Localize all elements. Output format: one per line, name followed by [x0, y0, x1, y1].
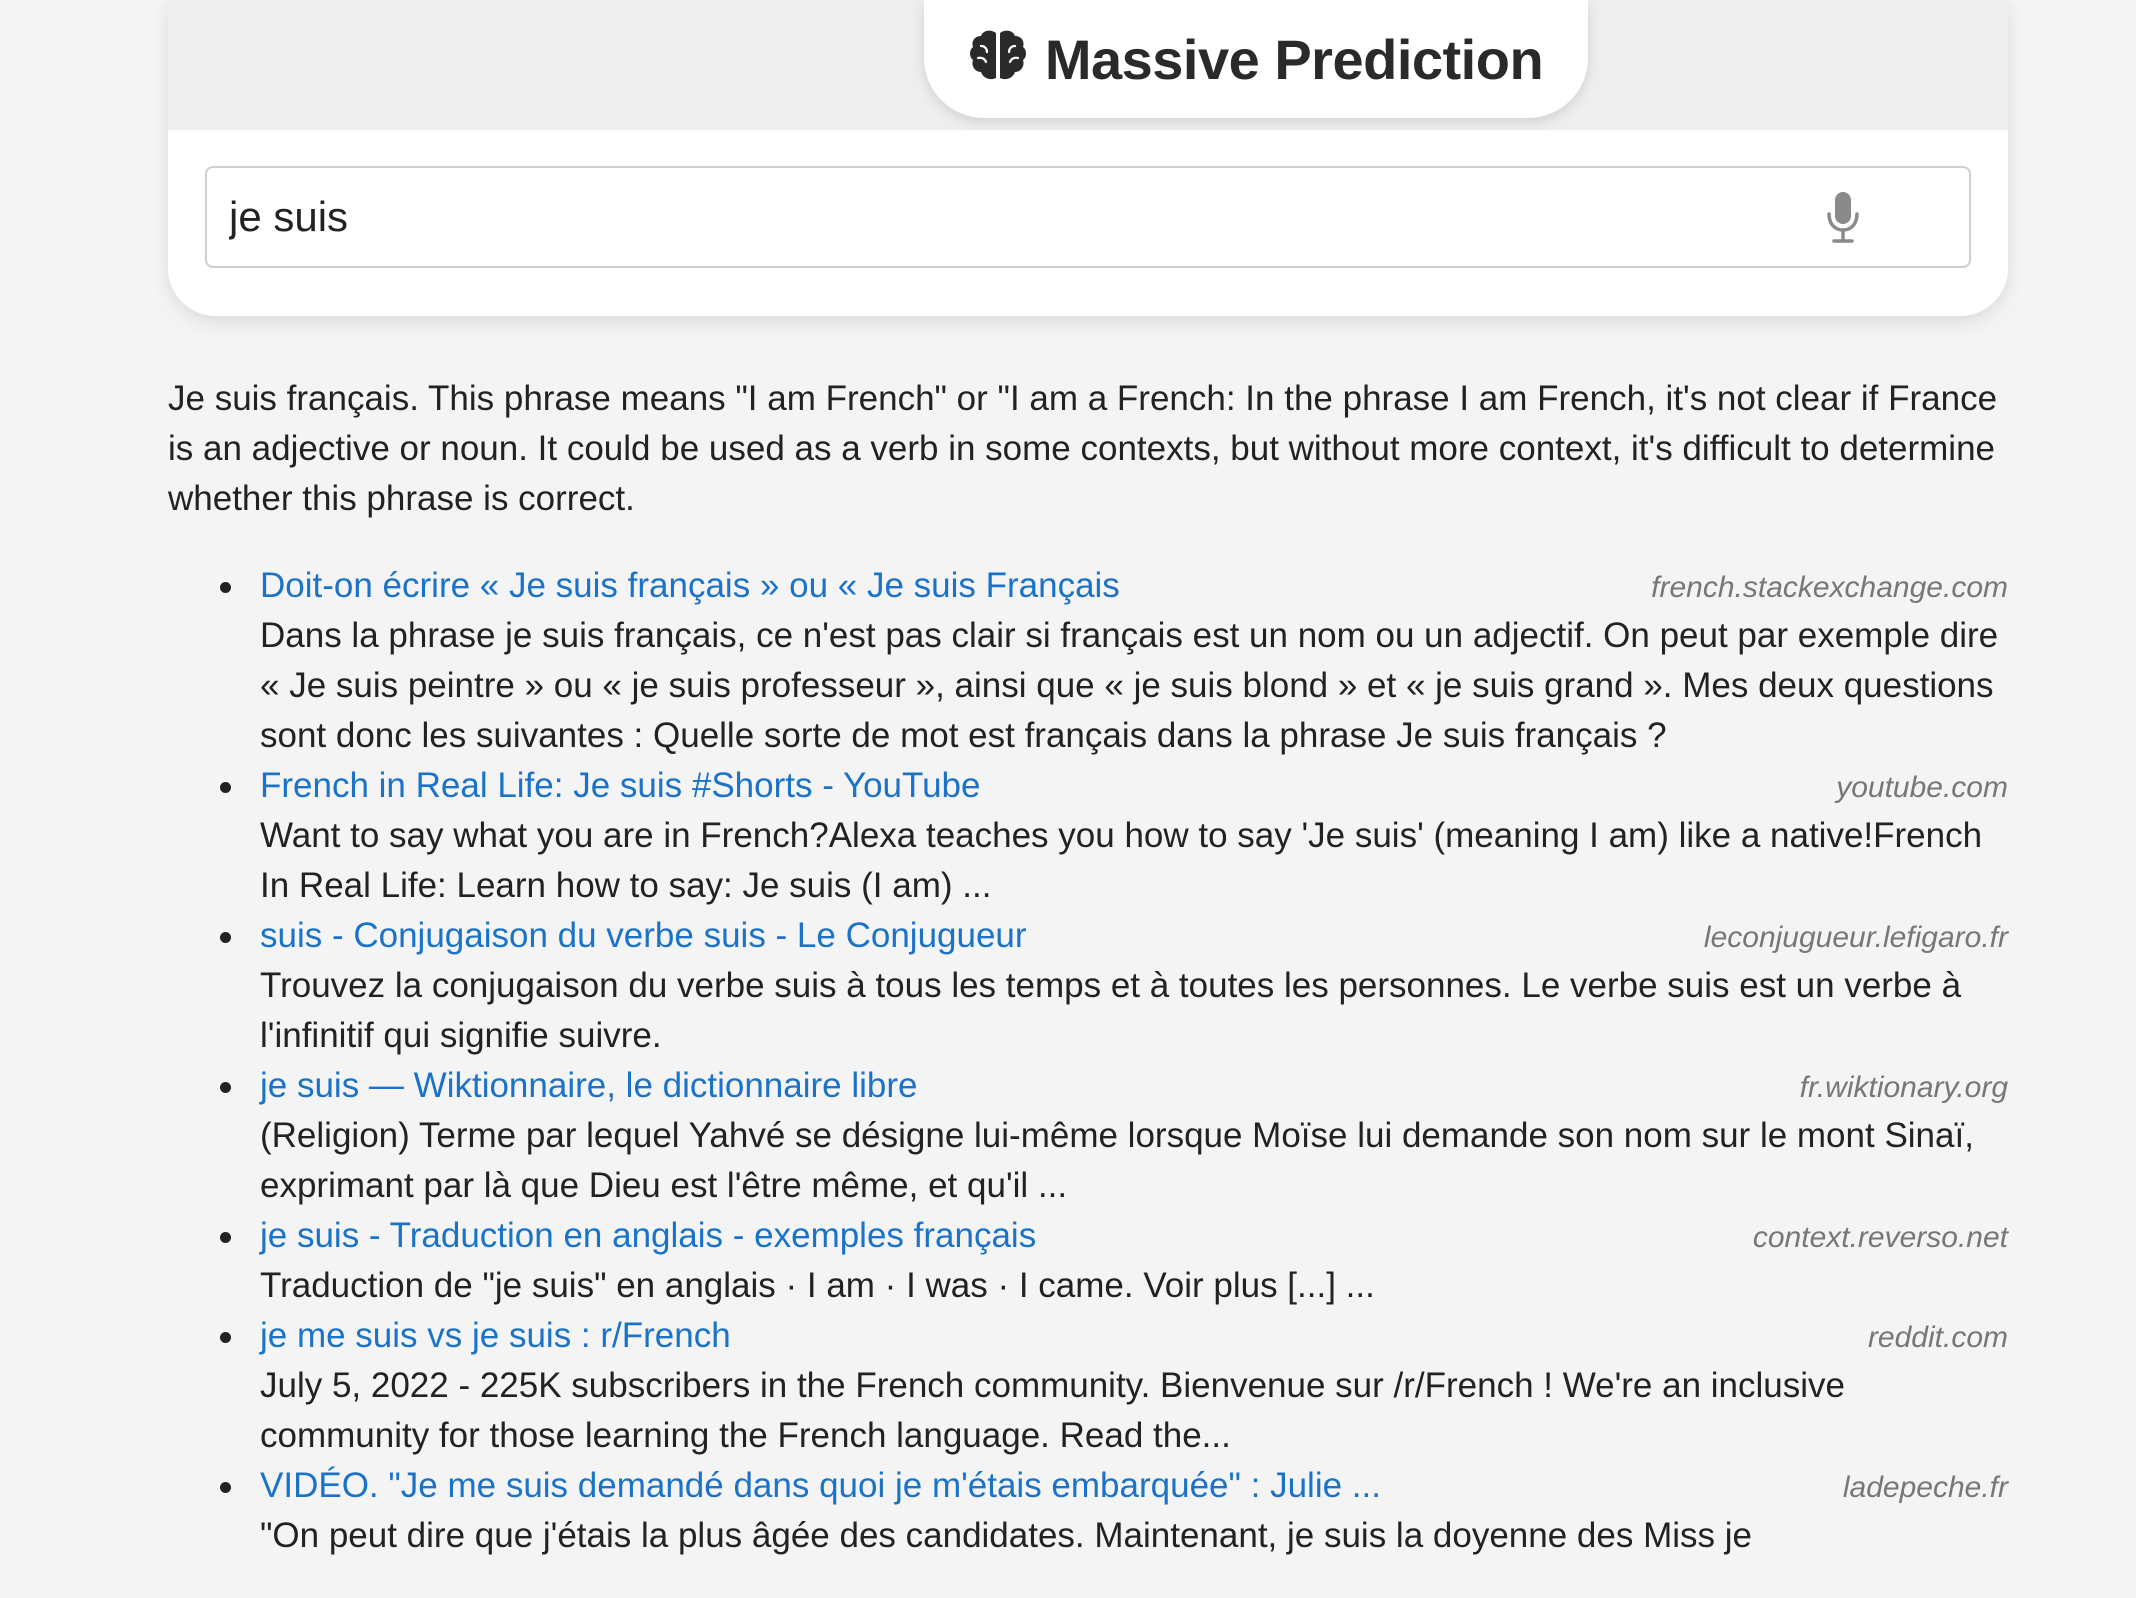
result-snippet: Dans la phrase je suis français, ce n'es… [260, 616, 1999, 755]
bullet [220, 582, 231, 593]
result-domain: context.reverso.net [1752, 1221, 2008, 1254]
result-title-link[interactable]: VIDÉO. "Je me suis demandé dans quoi je … [260, 1461, 1381, 1511]
result-item: Doit-on écrire « Je suis français » ou «… [168, 561, 2008, 761]
result-domain: french.stackexchange.com [1651, 571, 2008, 604]
result-snippet: Want to say what you are in French?Alexa… [260, 816, 1983, 905]
result-item: je suis - Traduction en anglais - exempl… [168, 1211, 2008, 1311]
answer-text: Je suis français. This phrase means "I a… [168, 379, 1998, 518]
result-title-link[interactable]: Doit-on écrire « Je suis français » ou «… [260, 561, 1120, 611]
search-input[interactable] [207, 177, 1823, 257]
microphone-icon[interactable] [1823, 190, 1863, 244]
results-list: Doit-on écrire « Je suis français » ou «… [168, 561, 2008, 1561]
result-snippet: Trouvez la conjugaison du verbe suis à t… [260, 966, 1962, 1055]
result-domain: ladepeche.fr [1842, 1471, 2008, 1504]
bullet [220, 1082, 231, 1093]
bullet [220, 1232, 231, 1243]
result-title-link[interactable]: French in Real Life: Je suis #Shorts - Y… [260, 761, 981, 811]
result-title-link[interactable]: je suis - Traduction en anglais - exempl… [260, 1211, 1036, 1261]
title-pill: Massive Prediction [924, 0, 1588, 118]
result-title-link[interactable]: suis - Conjugaison du verbe suis - Le Co… [260, 911, 1027, 961]
result-header: je suis - Traduction en anglais - exempl… [260, 1211, 2008, 1261]
result-header: je me suis vs je suis : r/French reddit.… [260, 1311, 2008, 1361]
result-item: French in Real Life: Je suis #Shorts - Y… [168, 761, 2008, 911]
result-item: VIDÉO. "Je me suis demandé dans quoi je … [168, 1461, 2008, 1561]
bullet [220, 1332, 231, 1343]
result-domain: youtube.com [1836, 771, 2008, 804]
result-snippet: (Religion) Terme par lequel Yahvé se dés… [260, 1116, 1974, 1205]
result-item: je me suis vs je suis : r/French reddit.… [168, 1311, 2008, 1461]
result-header: Doit-on écrire « Je suis français » ou «… [260, 561, 2008, 611]
result-domain: leconjugueur.lefigaro.fr [1703, 921, 2008, 954]
result-header: je suis — Wiktionnaire, le dictionnaire … [260, 1061, 2008, 1111]
result-header: French in Real Life: Je suis #Shorts - Y… [260, 761, 2008, 811]
brain-icon [969, 30, 1026, 80]
result-domain: fr.wiktionary.org [1799, 1071, 2008, 1104]
bullet [220, 932, 231, 943]
result-header: VIDÉO. "Je me suis demandé dans quoi je … [260, 1461, 2008, 1511]
result-title-link[interactable]: je suis — Wiktionnaire, le dictionnaire … [260, 1061, 918, 1111]
search-box[interactable] [205, 166, 1971, 268]
result-item: je suis — Wiktionnaire, le dictionnaire … [168, 1061, 2008, 1211]
result-item: suis - Conjugaison du verbe suis - Le Co… [168, 911, 2008, 1061]
result-snippet: Traduction de "je suis" en anglais · I a… [260, 1266, 1375, 1305]
search-card: Massive Prediction [168, 0, 2008, 316]
bullet [220, 782, 231, 793]
app-title: Massive Prediction [1044, 27, 1544, 91]
result-domain: reddit.com [1867, 1321, 2008, 1354]
bullet [220, 1482, 231, 1493]
result-title-link[interactable]: je me suis vs je suis : r/French [260, 1311, 731, 1361]
result-snippet: July 5, 2022 - 225K subscribers in the F… [260, 1366, 1845, 1455]
result-snippet: "On peut dire que j'étais la plus âgée d… [260, 1516, 1752, 1555]
result-header: suis - Conjugaison du verbe suis - Le Co… [260, 911, 2008, 961]
